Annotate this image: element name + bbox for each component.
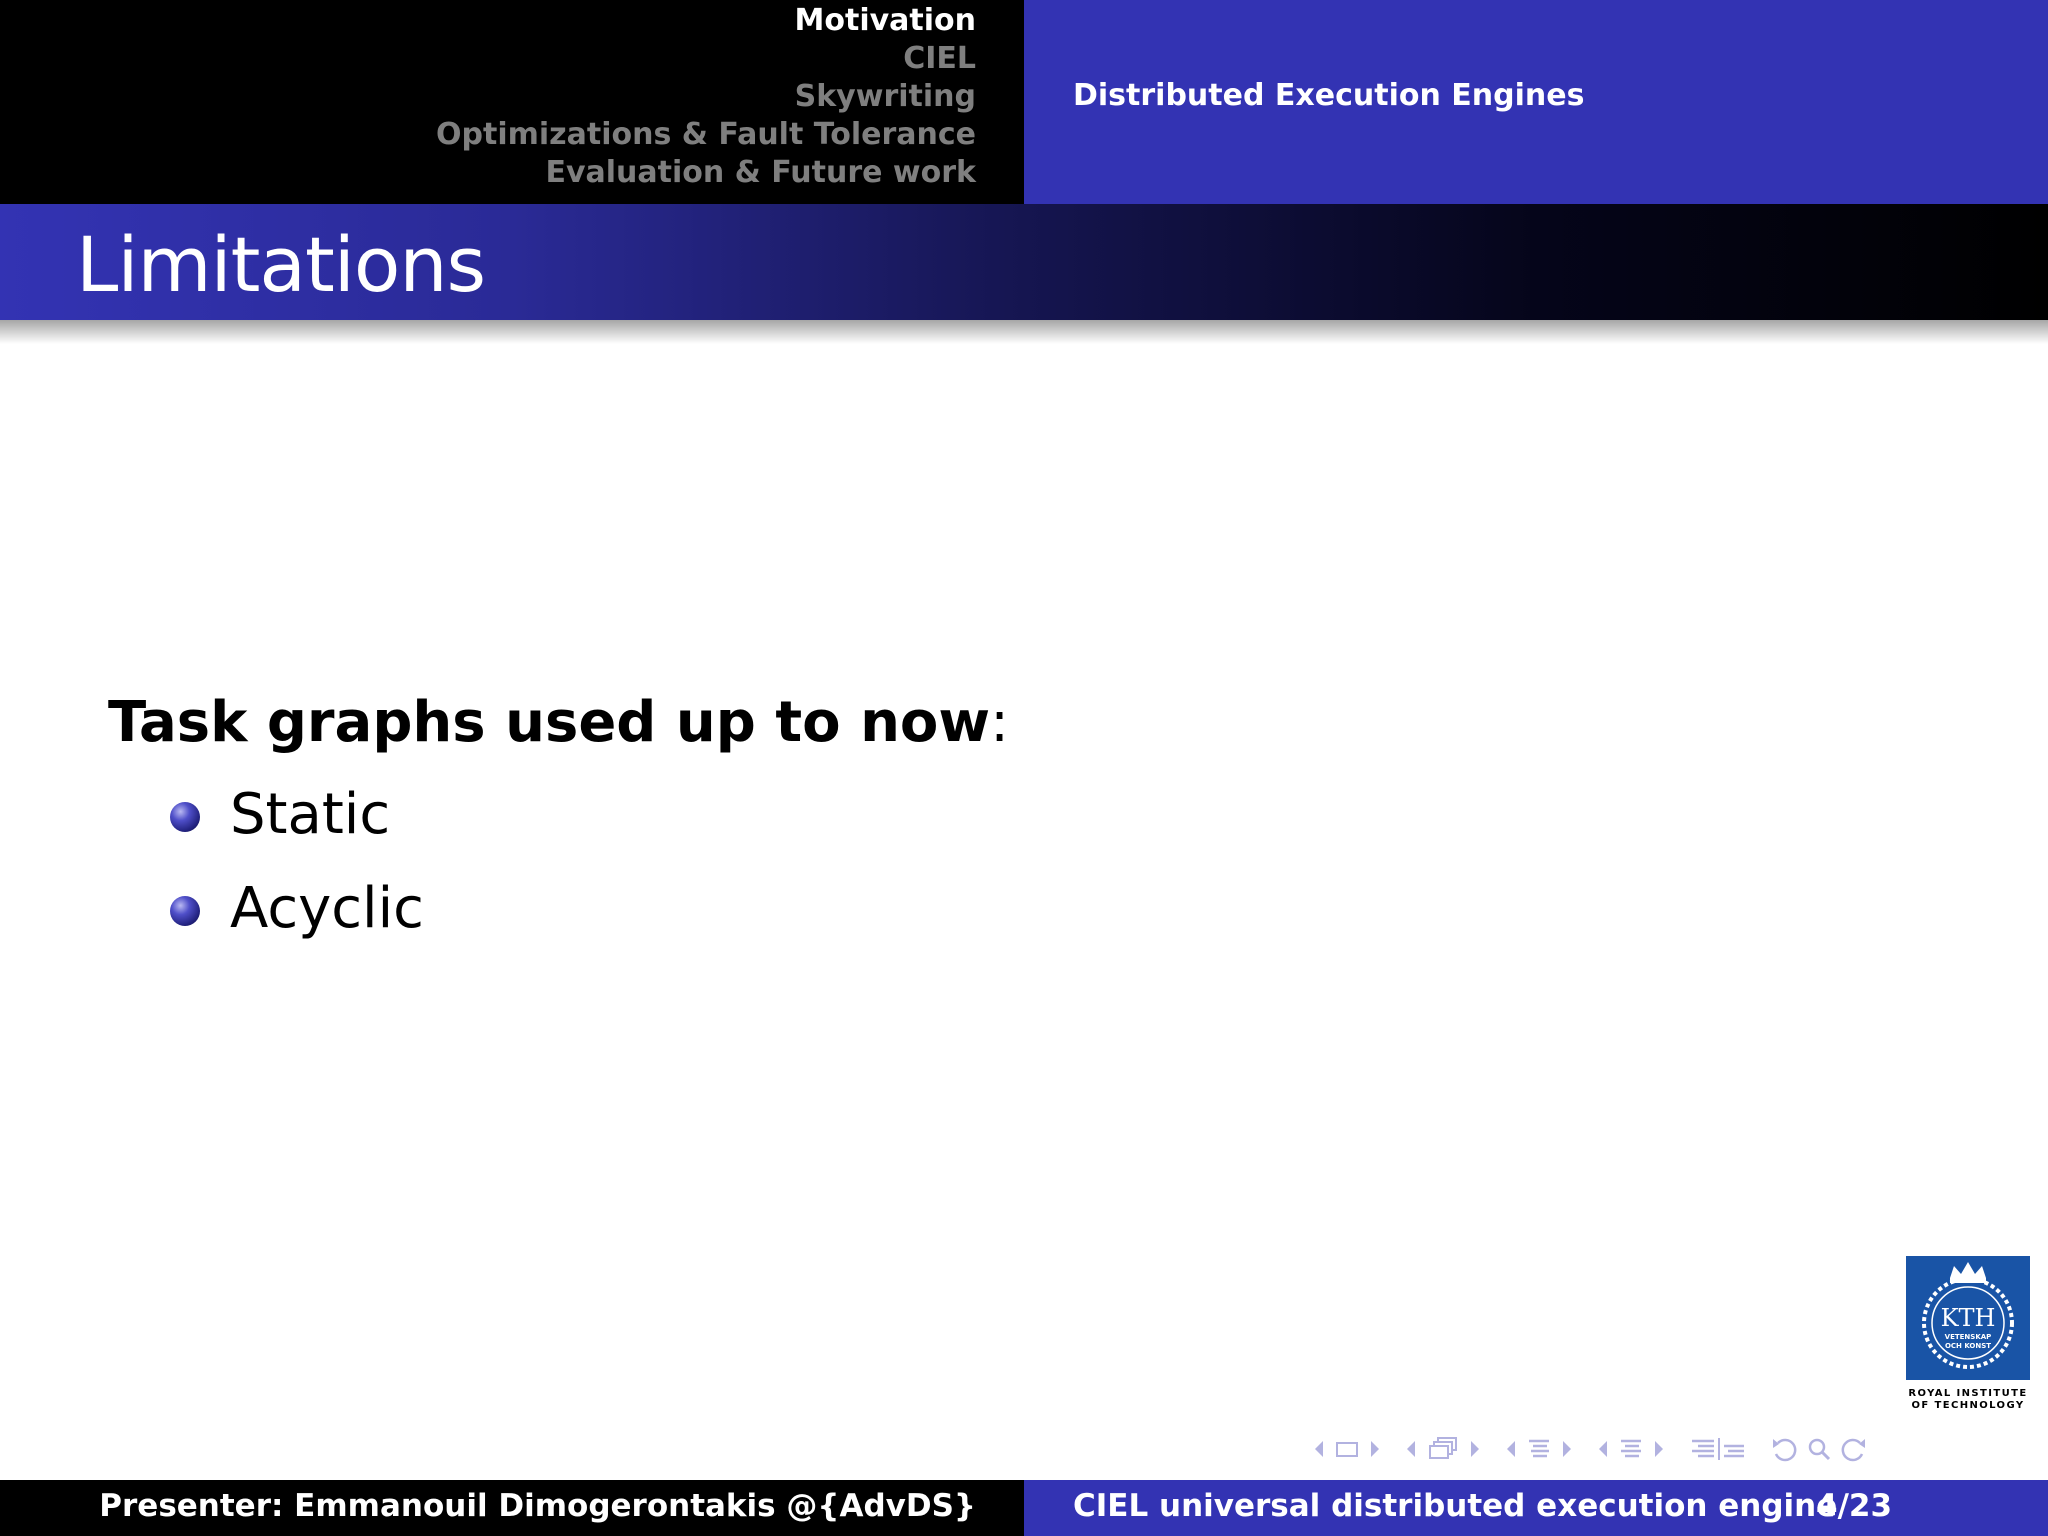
kth-crest-icon: KTH VETENSKAP OCH KONST	[1906, 1256, 2030, 1380]
appendix-icon[interactable]	[1688, 1436, 1748, 1462]
bullet-text: Acyclic	[230, 876, 424, 941]
bullet-ball-icon	[170, 802, 200, 832]
section-icon[interactable]	[1526, 1437, 1552, 1461]
nav-prev-frame-icon[interactable]	[1312, 1438, 1326, 1460]
list-item: Static	[170, 780, 1009, 850]
nav-prev-section-icon[interactable]	[1504, 1438, 1518, 1460]
crest-text: KTH	[1941, 1304, 1996, 1332]
lead-tail: :	[990, 690, 1010, 755]
document-icon[interactable]	[1618, 1437, 1644, 1461]
subsection-icon[interactable]	[1426, 1436, 1460, 1462]
section-motivation[interactable]: Motivation	[436, 2, 976, 40]
logo-caption-line1: ROYAL INSTITUTE	[1908, 1388, 2028, 1399]
nav-next-frame-icon[interactable]	[1368, 1438, 1382, 1460]
section-optimizations[interactable]: Optimizations & Fault Tolerance	[436, 116, 976, 154]
list-item: Acyclic	[170, 874, 1009, 944]
logo-caption-line2: OF TECHNOLOGY	[1911, 1400, 2025, 1411]
undo-icon[interactable]	[1770, 1436, 1798, 1462]
lead-text: Task graphs used up to now:	[108, 688, 1009, 758]
kth-logo: KTH VETENSKAP OCH KONST ROYAL INSTITUTE …	[1906, 1256, 2030, 1412]
nav-document-group	[1596, 1437, 1666, 1461]
search-icon[interactable]	[1806, 1436, 1832, 1462]
bullet-ball-icon	[170, 896, 200, 926]
header-subsection-bar: Distributed Execution Engines	[1024, 0, 2048, 204]
nav-search-group	[1770, 1436, 1868, 1462]
talk-title: CIEL universal distributed execution eng…	[1073, 1488, 1838, 1524]
section-skywriting[interactable]: Skywriting	[436, 78, 976, 116]
crest-sub2: OCH KONST	[1945, 1342, 1991, 1350]
frame-title: Limitations	[76, 220, 486, 309]
footer-author-bar: Presenter: Emmanouil Dimogerontakis @{Ad…	[0, 1480, 1024, 1536]
logo-caption: ROYAL INSTITUTE OF TECHNOLOGY	[1906, 1388, 2030, 1412]
subsection-title[interactable]: Distributed Execution Engines	[1073, 78, 1584, 113]
nav-prev-document-icon[interactable]	[1596, 1438, 1610, 1460]
nav-next-document-icon[interactable]	[1652, 1438, 1666, 1460]
nav-frame-group	[1312, 1438, 1382, 1460]
redo-icon[interactable]	[1840, 1436, 1868, 1462]
bullet-text: Static	[230, 782, 391, 847]
nav-prev-subsection-icon[interactable]	[1404, 1438, 1418, 1460]
bullet-list: Static Acyclic	[170, 780, 1009, 944]
section-evaluation[interactable]: Evaluation & Future work	[436, 154, 976, 192]
slide-body: Task graphs used up to now: Static Acycl…	[108, 688, 1009, 968]
nav-section-group	[1504, 1437, 1574, 1461]
footer-title-bar: CIEL universal distributed execution eng…	[1024, 1480, 2048, 1536]
slide: Motivation CIEL Skywriting Optimizations…	[0, 0, 2048, 1536]
section-ciel[interactable]: CIEL	[436, 40, 976, 78]
title-shadow	[0, 320, 2048, 344]
presenter-label: Presenter: Emmanouil Dimogerontakis @{Ad…	[99, 1488, 976, 1524]
nav-next-subsection-icon[interactable]	[1468, 1438, 1482, 1460]
nav-appendix-group	[1688, 1436, 1748, 1462]
frame-title-bar: Limitations	[0, 204, 2048, 320]
crest-sub1: VETENSKAP	[1945, 1333, 1992, 1341]
nav-next-section-icon[interactable]	[1560, 1438, 1574, 1460]
navigation-symbols	[1312, 1432, 2032, 1466]
nav-subsection-group	[1404, 1436, 1482, 1462]
frame-icon[interactable]	[1334, 1438, 1360, 1460]
section-list: Motivation CIEL Skywriting Optimizations…	[436, 2, 976, 192]
lead-bold: Task graphs used up to now	[108, 690, 991, 755]
header-section-navigation: Motivation CIEL Skywriting Optimizations…	[0, 0, 1024, 204]
page-number: 4/23	[1816, 1488, 1893, 1524]
